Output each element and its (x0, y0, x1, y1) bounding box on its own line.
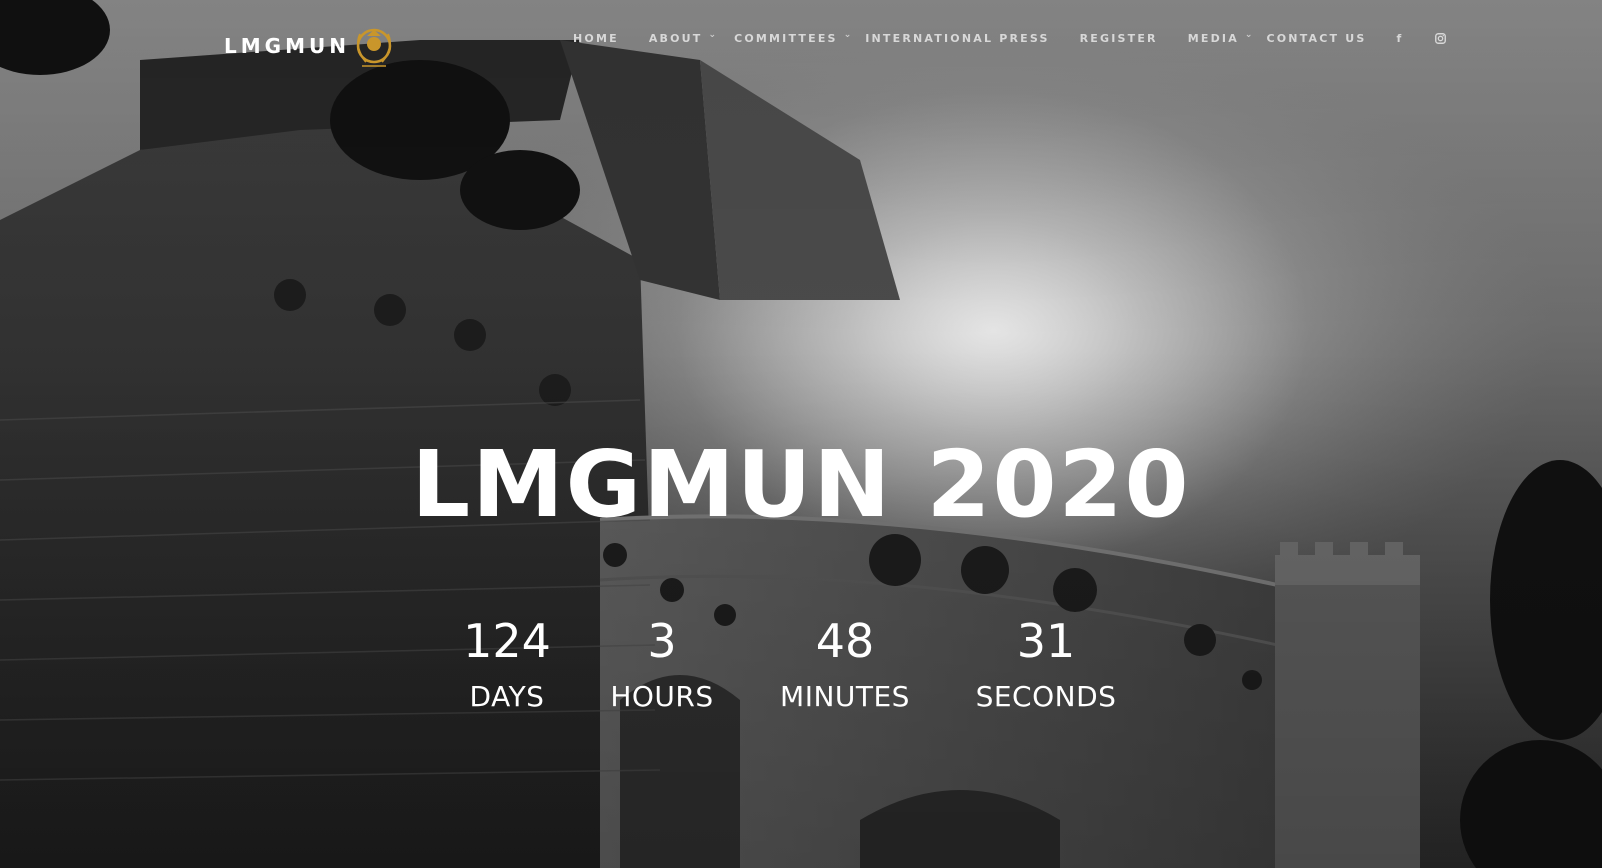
chevron-down-icon: ⌄ (708, 30, 717, 40)
nav-committees[interactable]: COMMITTEES ⌄ (734, 30, 852, 45)
countdown-days: 124 DAYS (463, 612, 551, 713)
lmgmun-logo-icon[interactable] (352, 24, 396, 70)
facebook-icon[interactable]: f (1397, 32, 1402, 45)
nav-about[interactable]: ABOUT ⌄ (648, 30, 717, 45)
nav-register-label: REGISTER (1079, 31, 1158, 45)
site-header: LMGMUN HOME ABOUT ⌄ COMMITTEES ⌄ INTERNA… (0, 0, 1602, 80)
countdown-minutes: 48 MINUTES (780, 612, 910, 713)
instagram-icon[interactable] (1435, 32, 1447, 44)
chevron-down-icon: ⌄ (1244, 30, 1253, 40)
nav-international-press[interactable]: INTERNATIONAL PRESS (865, 32, 1049, 45)
nav-home[interactable]: HOME (573, 32, 619, 45)
nav-contact-us-label: CONTACT US (1266, 31, 1367, 45)
countdown-minutes-label: MINUTES (780, 680, 910, 713)
hero-title: LMGMUN 2020 (411, 431, 1191, 538)
countdown-seconds-value: 31 (1016, 614, 1076, 668)
countdown-hours-label: HOURS (610, 680, 714, 713)
nav-international-press-label: INTERNATIONAL PRESS (865, 31, 1050, 45)
countdown-hours: 3 HOURS (610, 612, 713, 713)
nav-committees-label: COMMITTEES (734, 31, 838, 45)
nav-media[interactable]: MEDIA ⌄ (1187, 30, 1253, 45)
nav-media-label: MEDIA (1187, 31, 1239, 45)
hero-section: LMGMUN HOME ABOUT ⌄ COMMITTEES ⌄ INTERNA… (0, 0, 1602, 868)
brand-name[interactable]: LMGMUN (224, 34, 350, 58)
countdown-days-value: 124 (463, 614, 551, 668)
main-nav: HOME ABOUT ⌄ COMMITTEES ⌄ INTERNATIONAL … (573, 30, 1447, 46)
chevron-down-icon: ⌄ (843, 30, 852, 40)
countdown-hours-value: 3 (647, 614, 677, 668)
nav-contact-us[interactable]: CONTACT US (1266, 32, 1366, 45)
countdown-days-label: DAYS (469, 680, 545, 713)
countdown-minutes-value: 48 (815, 614, 875, 668)
nav-home-label: HOME (573, 31, 619, 45)
nav-about-label: ABOUT (648, 31, 703, 45)
countdown-seconds-label: SECONDS (975, 680, 1117, 713)
countdown-seconds: 31 SECONDS (976, 612, 1117, 713)
nav-register[interactable]: REGISTER (1080, 32, 1158, 45)
countdown-timer: 124 DAYS 3 HOURS 48 MINUTES 31 SECONDS (0, 612, 1602, 732)
